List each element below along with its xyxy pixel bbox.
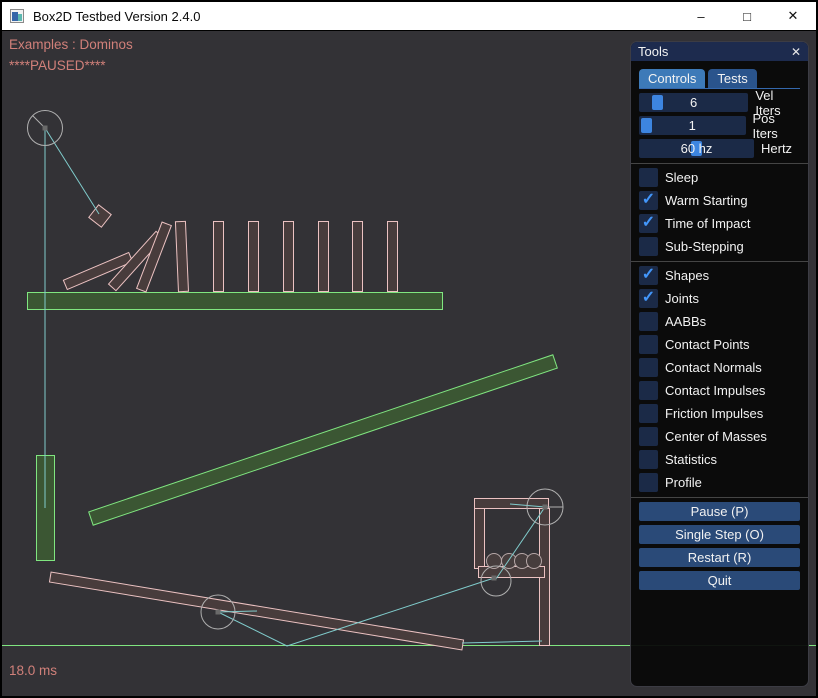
- panel-close-icon[interactable]: ✕: [791, 45, 801, 59]
- checkbox-label: Shapes: [665, 268, 709, 283]
- single-step-button[interactable]: Single Step (O): [639, 525, 800, 544]
- quit-button[interactable]: Quit: [639, 571, 800, 590]
- separator: [631, 497, 808, 498]
- domino: [214, 222, 224, 292]
- pause-button[interactable]: Pause (P): [639, 502, 800, 521]
- checkbox-label: Statistics: [665, 452, 717, 467]
- titlebar[interactable]: Box2D Testbed Version 2.4.0 – □ ✕: [2, 2, 816, 31]
- window-title: Box2D Testbed Version 2.4.0: [33, 9, 200, 24]
- checkbox-aabbs[interactable]: [639, 312, 658, 331]
- slider-value: 6: [639, 93, 748, 112]
- checkbox-row: Profile: [639, 473, 800, 492]
- tab-bar: Controls Tests: [639, 69, 800, 89]
- paused-label: ****PAUSED****: [9, 58, 106, 73]
- checkbox-label: Joints: [665, 291, 699, 306]
- checkbox-shapes[interactable]: [639, 266, 658, 285]
- checkbox-sub-stepping[interactable]: [639, 237, 658, 256]
- checkbox-label: AABBs: [665, 314, 706, 329]
- checkbox-label: Warm Starting: [665, 193, 748, 208]
- slider-label: Hertz: [761, 141, 792, 156]
- slider-value: 1: [639, 116, 746, 135]
- slider-label: Pos Iters: [753, 111, 801, 141]
- checkbox-row: Shapes: [639, 266, 800, 285]
- checkbox-joints[interactable]: [639, 289, 658, 308]
- tab-tests[interactable]: Tests: [708, 69, 756, 88]
- checkbox-label: Center of Masses: [665, 429, 767, 444]
- checkbox-row: AABBs: [639, 312, 800, 331]
- slider-value: 60 hz: [639, 139, 754, 158]
- minimize-button[interactable]: –: [678, 2, 724, 30]
- checkbox-warm-starting[interactable]: [639, 191, 658, 210]
- checkbox-profile[interactable]: [639, 473, 658, 492]
- domino-platform: [28, 293, 443, 310]
- checkbox-label: Sleep: [665, 170, 698, 185]
- checkbox-contact-points[interactable]: [639, 335, 658, 354]
- checkbox-row: Statistics: [639, 450, 800, 469]
- checkbox-statistics[interactable]: [639, 450, 658, 469]
- tools-panel-title: Tools: [638, 44, 668, 59]
- frame-left-post: [475, 509, 485, 569]
- checkbox-row: Sub-Stepping: [639, 237, 800, 256]
- domino: [353, 222, 363, 292]
- frame-time-label: 18.0 ms: [9, 663, 57, 678]
- checkbox-label: Contact Normals: [665, 360, 762, 375]
- checkbox-label: Contact Points: [665, 337, 750, 352]
- separator: [631, 163, 808, 164]
- checkbox-label: Friction Impulses: [665, 406, 763, 421]
- slider-row: 60 hz Hertz: [639, 139, 800, 158]
- checkbox-row: Center of Masses: [639, 427, 800, 446]
- domino: [175, 221, 188, 291]
- dynamic-pink-shapes: [49, 205, 549, 650]
- slider-row: 6 Vel Iters: [639, 93, 800, 112]
- vel-iters-slider[interactable]: 6: [639, 93, 748, 112]
- checkbox-row: Contact Points: [639, 335, 800, 354]
- checkbox-sleep[interactable]: [639, 168, 658, 187]
- checkbox-row: Time of Impact: [639, 214, 800, 233]
- domino: [249, 222, 259, 292]
- app-icon: [10, 9, 24, 23]
- separator: [631, 261, 808, 262]
- example-label: Examples : Dominos: [9, 37, 133, 52]
- frame-top-beam: [475, 499, 549, 509]
- checkbox-contact-normals[interactable]: [639, 358, 658, 377]
- checkbox-row: Friction Impulses: [639, 404, 800, 423]
- tools-panel: Tools ✕ Controls Tests 6 Vel Iters: [630, 41, 809, 687]
- checkbox-friction-impulses[interactable]: [639, 404, 658, 423]
- tab-controls[interactable]: Controls: [639, 69, 705, 88]
- close-button[interactable]: ✕: [770, 2, 816, 30]
- checkbox-row: Joints: [639, 289, 800, 308]
- domino: [319, 222, 329, 292]
- slider-row: 1 Pos Iters: [639, 116, 800, 135]
- checkbox-label: Sub-Stepping: [665, 239, 744, 254]
- window-controls: – □ ✕: [678, 2, 816, 30]
- checkbox-row: Contact Impulses: [639, 381, 800, 400]
- body-center-markers: [43, 126, 548, 615]
- app-window: Box2D Testbed Version 2.4.0 – □ ✕: [0, 0, 818, 698]
- domino: [284, 222, 294, 292]
- simulation-viewport[interactable]: Examples : Dominos ****PAUSED**** 18.0 m…: [2, 31, 816, 696]
- checkbox-label: Time of Impact: [665, 216, 750, 231]
- checkbox-label: Profile: [665, 475, 702, 490]
- checkbox-label: Contact Impulses: [665, 383, 765, 398]
- checkbox-row: Contact Normals: [639, 358, 800, 377]
- ball: [527, 554, 542, 569]
- domino: [388, 222, 398, 292]
- checkbox-contact-impulses[interactable]: [639, 381, 658, 400]
- pendulum-bob: [89, 205, 111, 227]
- pos-iters-slider[interactable]: 1: [639, 116, 746, 135]
- checkbox-row: Warm Starting: [639, 191, 800, 210]
- checkbox-row: Sleep: [639, 168, 800, 187]
- checkbox-center-of-masses[interactable]: [639, 427, 658, 446]
- checkbox-time-of-impact[interactable]: [639, 214, 658, 233]
- tools-panel-header[interactable]: Tools ✕: [631, 42, 808, 61]
- maximize-button[interactable]: □: [724, 2, 770, 30]
- tools-panel-body: Controls Tests 6 Vel Iters 1 P: [631, 69, 808, 590]
- restart-button[interactable]: Restart (R): [639, 548, 800, 567]
- hertz-slider[interactable]: 60 hz: [639, 139, 754, 158]
